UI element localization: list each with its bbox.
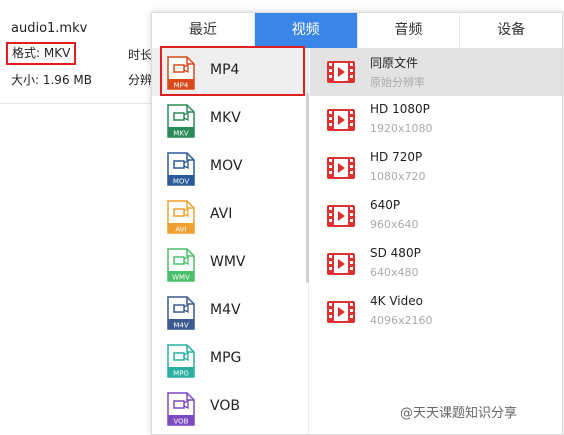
resolution-title: HD 720P bbox=[370, 150, 423, 164]
format-item-mpg[interactable]: MPG MPG bbox=[152, 336, 308, 384]
format-item-wmv[interactable]: WMV WMV bbox=[152, 240, 308, 288]
format-icon-label: M4V bbox=[173, 322, 188, 330]
format-icon-label: MPG bbox=[173, 370, 189, 378]
tab-video[interactable]: 视频 bbox=[254, 13, 358, 48]
format-item-label: WMV bbox=[210, 254, 246, 270]
resolution-item[interactable]: SD 480P 640x480 bbox=[310, 240, 562, 288]
resolution-dimensions: 960x640 bbox=[370, 218, 419, 231]
resolution-item[interactable]: HD 720P 1080x720 bbox=[310, 144, 562, 192]
tab-device[interactable]: 设备 bbox=[460, 13, 562, 48]
resolution-title: 4K Video bbox=[370, 294, 423, 308]
format-item-label: MPG bbox=[210, 350, 242, 366]
video-film-icon bbox=[327, 205, 355, 227]
resolution-item[interactable]: 640P 960x640 bbox=[310, 192, 562, 240]
resolution-title: 同原文件 bbox=[370, 56, 419, 70]
resolution-title: SD 480P bbox=[370, 246, 421, 260]
mov-file-icon: MOV bbox=[167, 152, 195, 186]
mkv-file-icon: MKV bbox=[167, 104, 195, 138]
file-info-panel: audio1.mkv 格式: MKV 大小: 1.96 MB 时长 分辨率 bbox=[0, 0, 160, 104]
file-name: audio1.mkv bbox=[11, 21, 88, 36]
format-item-label: MOV bbox=[210, 158, 243, 174]
format-item-label: VOB bbox=[210, 398, 240, 414]
format-icon-label: VOB bbox=[174, 418, 189, 426]
tab-audio[interactable]: 音频 bbox=[357, 13, 461, 48]
m4v-file-icon: M4V bbox=[167, 296, 195, 330]
format-selector-popup: 最近 视频 音频 设备 MP4 MP4 MKV MKV MOV MOV AVI AVI WMV W… bbox=[151, 12, 563, 435]
wmv-file-icon: WMV bbox=[167, 248, 195, 282]
resolution-list: 同原文件原始分辨率 HD 1080P 1920x1080 HD 720P 1080x72… bbox=[310, 48, 562, 434]
selected-format-highlight bbox=[160, 46, 305, 96]
resolution-dimensions: 1080x720 bbox=[370, 170, 426, 183]
resolution-dimensions: 原始分辨率 bbox=[370, 76, 425, 89]
format-icon-label: AVI bbox=[175, 226, 186, 234]
resolution-title: HD 1080P bbox=[370, 102, 430, 116]
resolution-dimensions: 4096x2160 bbox=[370, 314, 433, 327]
category-tabs: 最近 视频 音频 设备 bbox=[152, 13, 562, 49]
file-size: 大小: 1.96 MB bbox=[11, 73, 92, 87]
video-film-icon bbox=[327, 301, 355, 323]
format-item-label: MKV bbox=[210, 110, 241, 126]
format-list: MP4 MP4 MKV MKV MOV MOV AVI AVI WMV WMV M4V M4V MPG M… bbox=[152, 46, 309, 434]
format-item-mkv[interactable]: MKV MKV bbox=[152, 96, 308, 144]
format-item-label: M4V bbox=[210, 302, 241, 318]
resolution-item[interactable]: HD 1080P 1920x1080 bbox=[310, 96, 562, 144]
tab-recent[interactable]: 最近 bbox=[152, 13, 255, 48]
video-film-icon bbox=[327, 61, 355, 83]
watermark: @天天课题知识分享 bbox=[400, 406, 518, 421]
vob-file-icon: VOB bbox=[167, 392, 195, 426]
format-icon-label: MOV bbox=[173, 178, 189, 186]
resolution-title: 640P bbox=[370, 198, 401, 212]
divider bbox=[0, 103, 152, 104]
video-film-icon bbox=[327, 109, 355, 131]
resolution-dimensions: 1920x1080 bbox=[370, 122, 433, 135]
mpg-file-icon: MPG bbox=[167, 344, 195, 378]
format-icon-label: MKV bbox=[173, 130, 189, 138]
format-item-mov[interactable]: MOV MOV bbox=[152, 144, 308, 192]
avi-file-icon: AVI bbox=[167, 200, 195, 234]
file-format: 格式: MKV bbox=[6, 42, 77, 65]
format-item-m4v[interactable]: M4V M4V bbox=[152, 288, 308, 336]
resolution-dimensions: 640x480 bbox=[370, 266, 419, 279]
video-film-icon bbox=[327, 157, 355, 179]
format-icon-label: WMV bbox=[172, 274, 190, 282]
resolution-item[interactable]: 4K Video 4096x2160 bbox=[310, 288, 562, 336]
resolution-item[interactable]: 同原文件 原始分辨率 bbox=[310, 48, 562, 96]
video-film-icon bbox=[327, 253, 355, 275]
format-item-vob[interactable]: VOB VOB bbox=[152, 384, 308, 432]
format-item-avi[interactable]: AVI AVI bbox=[152, 192, 308, 240]
format-item-label: AVI bbox=[210, 206, 233, 222]
format-list-scrollbar[interactable] bbox=[306, 93, 309, 283]
